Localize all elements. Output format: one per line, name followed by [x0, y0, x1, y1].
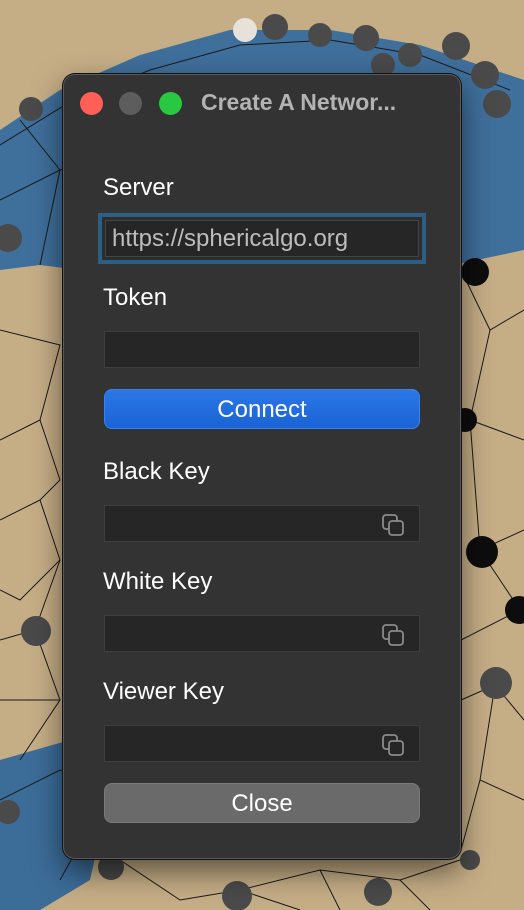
white-key-field[interactable]: [104, 615, 420, 652]
server-input[interactable]: https://sphericalgo.org: [98, 213, 426, 264]
zoom-window-button[interactable]: [159, 92, 182, 115]
minimize-window-button[interactable]: [119, 92, 142, 115]
connect-button[interactable]: Connect: [104, 389, 420, 429]
copy-icon[interactable]: [381, 623, 405, 647]
copy-icon[interactable]: [381, 513, 405, 537]
close-window-button[interactable]: [80, 92, 103, 115]
black-key-field[interactable]: [104, 505, 420, 542]
server-label: Server: [103, 174, 174, 201]
black-key-label: Black Key: [103, 458, 210, 485]
title-bar[interactable]: Create A Networ...: [64, 75, 460, 131]
token-label: Token: [103, 284, 168, 311]
viewer-key-label: Viewer Key: [103, 678, 224, 705]
server-input-value[interactable]: https://sphericalgo.org: [105, 220, 419, 257]
close-button[interactable]: Close: [104, 783, 420, 823]
window-title: Create A Networ...: [201, 89, 397, 115]
token-input[interactable]: [104, 331, 420, 368]
white-key-label: White Key: [103, 568, 213, 595]
create-network-dialog: Create A Networ... Server https://spheri…: [63, 74, 461, 859]
viewer-key-field[interactable]: [104, 725, 420, 762]
copy-icon[interactable]: [381, 733, 405, 757]
